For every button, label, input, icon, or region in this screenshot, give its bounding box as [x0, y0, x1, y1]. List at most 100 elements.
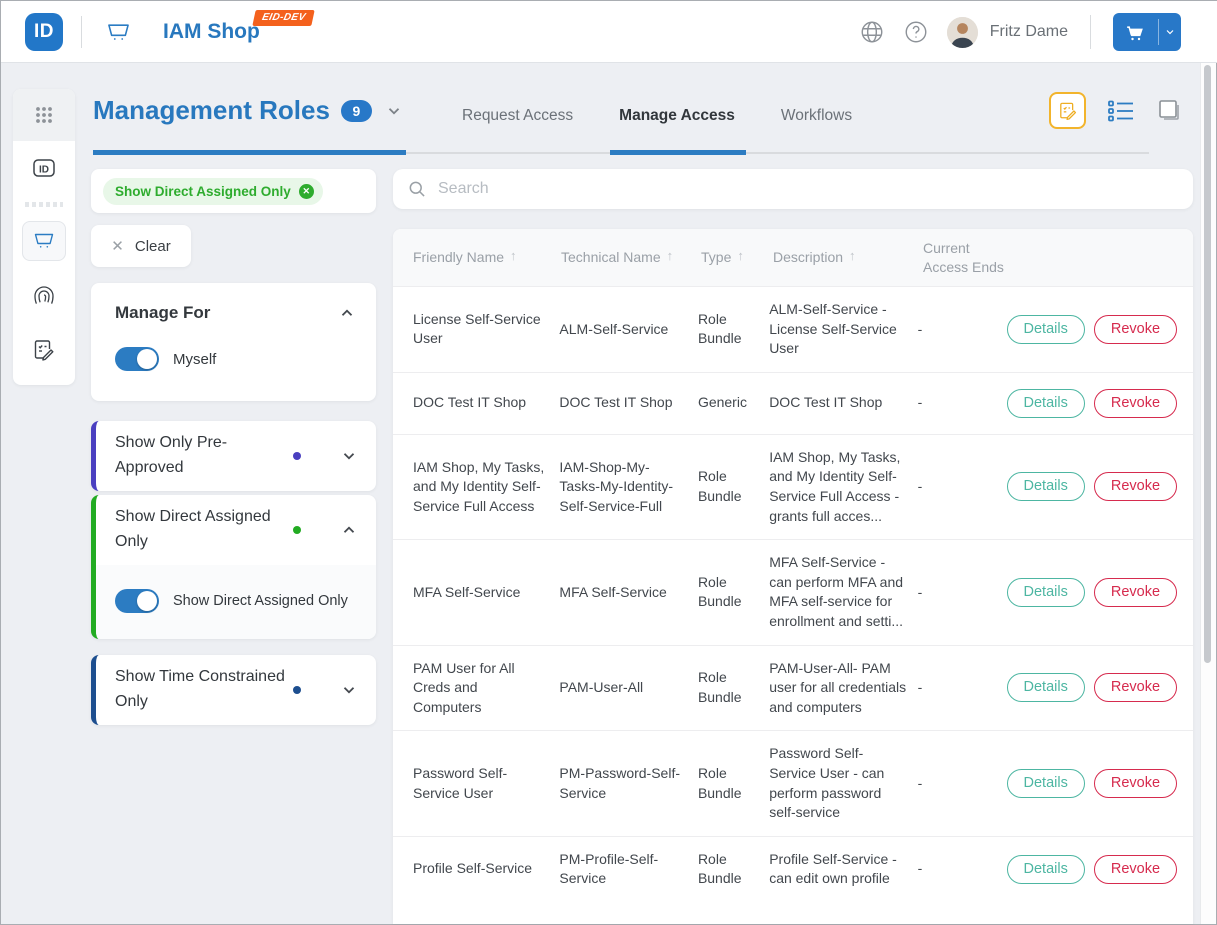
details-button[interactable]: Details	[1007, 673, 1085, 702]
technical-name-cell: PM-Password-Self-Service	[559, 764, 698, 803]
friendly-name-cell: IAM Shop, My Tasks, and My Identity Self…	[413, 458, 559, 517]
current-access-ends-cell: -	[918, 320, 1007, 340]
list-view-icon[interactable]	[1106, 97, 1136, 125]
filter-card-direct-assigned-body: Show Direct Assigned Only	[96, 565, 376, 639]
table-row: MFA Self-Service MFA Self-Service Role B…	[393, 539, 1193, 644]
vertical-scrollbar-thumb[interactable]	[1204, 65, 1211, 663]
iam-shop-module-icon-active[interactable]	[13, 213, 75, 269]
sort-arrow-icon[interactable]: ↑	[510, 248, 517, 265]
id-logo[interactable]: ID	[25, 13, 63, 51]
table-header-row: Friendly Name↑ Technical Name↑ Type↑ Des…	[393, 229, 1193, 286]
friendly-name-cell: MFA Self-Service	[413, 583, 559, 603]
column-header-type[interactable]: Type↑	[701, 248, 773, 266]
tab-request-access[interactable]: Request Access	[462, 107, 573, 125]
filter-title: Show Only Pre-Approved	[115, 431, 291, 481]
revoke-button[interactable]: Revoke	[1094, 673, 1177, 702]
cart-dropdown-caret-icon[interactable]	[1159, 26, 1181, 38]
current-access-ends-cell: -	[918, 774, 1007, 794]
details-button[interactable]: Details	[1007, 315, 1085, 344]
current-access-ends-cell: -	[918, 859, 1007, 879]
details-button[interactable]: Details	[1007, 855, 1085, 884]
chevron-up-icon[interactable]	[340, 521, 358, 539]
chevron-down-icon[interactable]	[340, 447, 358, 465]
friendly-name-cell: License Self-Service User	[413, 310, 559, 349]
description-cell: DOC Test IT Shop	[769, 393, 917, 413]
technical-name-cell: PM-Profile-Self-Service	[559, 850, 698, 889]
filter-card-pre-approved-header[interactable]: Show Only Pre-Approved	[96, 421, 376, 491]
friendly-name-cell: Password Self-Service User	[413, 764, 559, 803]
technical-name-cell: IAM-Shop-My-Tasks-My-Identity-Self-Servi…	[559, 458, 698, 517]
request-form-view-icon[interactable]	[1049, 92, 1086, 129]
column-header-description[interactable]: Description↑	[773, 248, 923, 266]
type-cell: Role Bundle	[698, 850, 769, 889]
request-form-module-icon[interactable]	[13, 323, 75, 377]
tab-manage-access[interactable]: Manage Access	[619, 107, 735, 125]
revoke-button[interactable]: Revoke	[1094, 389, 1177, 418]
current-access-ends-cell: -	[918, 678, 1007, 698]
chevron-down-icon[interactable]	[340, 681, 358, 699]
sort-arrow-icon[interactable]: ↑	[849, 248, 856, 265]
page-title: Management Roles	[93, 95, 330, 126]
card-view-icon[interactable]	[1156, 97, 1184, 125]
direct-assigned-toggle-label: Show Direct Assigned Only	[173, 593, 348, 609]
revoke-button[interactable]: Revoke	[1094, 578, 1177, 607]
myself-toggle-label: Myself	[173, 351, 216, 368]
description-cell: IAM Shop, My Tasks, and My Identity Self…	[769, 448, 917, 526]
search-input[interactable]	[438, 180, 1179, 198]
clear-filters-button[interactable]: ✕ Clear	[91, 225, 191, 267]
table-row: PAM User for All Creds and Computers PAM…	[393, 645, 1193, 731]
chevron-up-icon[interactable]	[338, 304, 356, 322]
description-cell: ALM-Self-Service - License Self-Service …	[769, 300, 917, 359]
top-bar: ID IAM Shop EID-DEV Fritz Dame	[1, 1, 1217, 63]
help-icon[interactable]	[903, 19, 929, 45]
details-button[interactable]: Details	[1007, 472, 1085, 501]
description-cell: PAM-User-All- PAM user for all credentia…	[769, 659, 917, 718]
type-cell: Role Bundle	[698, 467, 769, 506]
shop-cart-icon[interactable]	[105, 19, 132, 46]
filter-card-direct-assigned: Show Direct Assigned Only Show Direct As…	[91, 495, 376, 639]
environment-badge: EID-DEV	[252, 10, 315, 26]
table-row: DOC Test IT Shop DOC Test IT Shop Generi…	[393, 372, 1193, 434]
user-avatar[interactable]	[947, 17, 978, 48]
column-header-technical-name[interactable]: Technical Name↑	[561, 248, 701, 266]
friendly-name-cell: PAM User for All Creds and Computers	[413, 659, 559, 718]
fingerprint-module-icon[interactable]	[13, 269, 75, 323]
friendly-name-cell: Profile Self-Service	[413, 859, 559, 879]
direct-assigned-toggle[interactable]	[115, 589, 159, 613]
column-header-friendly-name[interactable]: Friendly Name↑	[413, 248, 561, 266]
details-button[interactable]: Details	[1007, 389, 1085, 418]
revoke-button[interactable]: Revoke	[1094, 472, 1177, 501]
access-table: Friendly Name↑ Technical Name↑ Type↑ Des…	[393, 229, 1193, 924]
chip-remove-icon[interactable]: ✕	[299, 184, 314, 199]
revoke-button[interactable]: Revoke	[1094, 769, 1177, 798]
vertical-scrollbar-track[interactable]	[1200, 63, 1216, 924]
sort-arrow-icon[interactable]: ↑	[737, 248, 744, 265]
role-count-badge: 9	[341, 100, 372, 122]
table-row: IAM Shop, My Tasks, and My Identity Self…	[393, 434, 1193, 539]
description-cell: MFA Self-Service - can perform MFA and M…	[769, 553, 917, 631]
filter-card-time-constrained-header[interactable]: Show Time Constrained Only	[96, 655, 376, 725]
tab-workflows[interactable]: Workflows	[781, 107, 852, 125]
filter-title: Show Direct Assigned Only	[115, 505, 291, 555]
revoke-button[interactable]: Revoke	[1094, 855, 1177, 884]
clear-label: Clear	[135, 238, 171, 255]
details-button[interactable]: Details	[1007, 769, 1085, 798]
table-row: Password Self-Service User PM-Password-S…	[393, 730, 1193, 835]
column-header-current-access-ends: Current Access Ends	[923, 239, 1013, 275]
details-button[interactable]: Details	[1007, 578, 1085, 607]
app-grid-icon[interactable]	[13, 89, 75, 141]
language-globe-icon[interactable]	[859, 19, 885, 45]
manage-for-card: Manage For Myself	[91, 283, 376, 401]
checkout-cart-button[interactable]	[1113, 13, 1181, 51]
module-rail: ID	[13, 89, 75, 385]
type-cell: Role Bundle	[698, 573, 769, 612]
technical-name-cell: MFA Self-Service	[559, 583, 698, 603]
identity-module-icon[interactable]: ID	[13, 141, 75, 195]
table-row: Profile Self-Service PM-Profile-Self-Ser…	[393, 836, 1193, 902]
revoke-button[interactable]: Revoke	[1094, 315, 1177, 344]
filter-card-direct-assigned-header[interactable]: Show Direct Assigned Only	[96, 495, 376, 565]
svg-text:ID: ID	[39, 165, 49, 176]
title-chevron-down-icon[interactable]	[385, 102, 403, 120]
sort-arrow-icon[interactable]: ↑	[667, 248, 674, 265]
myself-toggle[interactable]	[115, 347, 159, 371]
